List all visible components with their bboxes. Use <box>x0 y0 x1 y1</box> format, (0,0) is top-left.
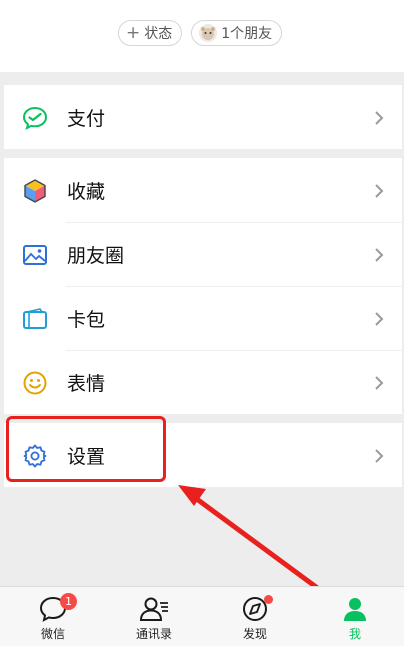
tab-label: 微信 <box>40 627 65 641</box>
annotation-arrow <box>178 485 353 615</box>
tab-label: 通讯录 <box>135 627 172 641</box>
contacts-icon <box>139 597 168 621</box>
tab-label: 发现 <box>242 627 267 641</box>
tab-me[interactable]: 我 <box>320 593 390 645</box>
tab-contacts[interactable]: 通讯录 <box>119 593 189 645</box>
person-icon <box>344 598 366 621</box>
unread-badge: 1 <box>60 593 77 610</box>
tab-discover[interactable]: 发现 <box>220 593 290 645</box>
new-dot-badge <box>264 595 273 604</box>
tab-chats[interactable]: 1 微信 <box>18 593 88 645</box>
bottom-tab-bar: 1 微信 通讯录 发现 我 <box>0 586 404 646</box>
tab-label: 我 <box>348 627 361 641</box>
